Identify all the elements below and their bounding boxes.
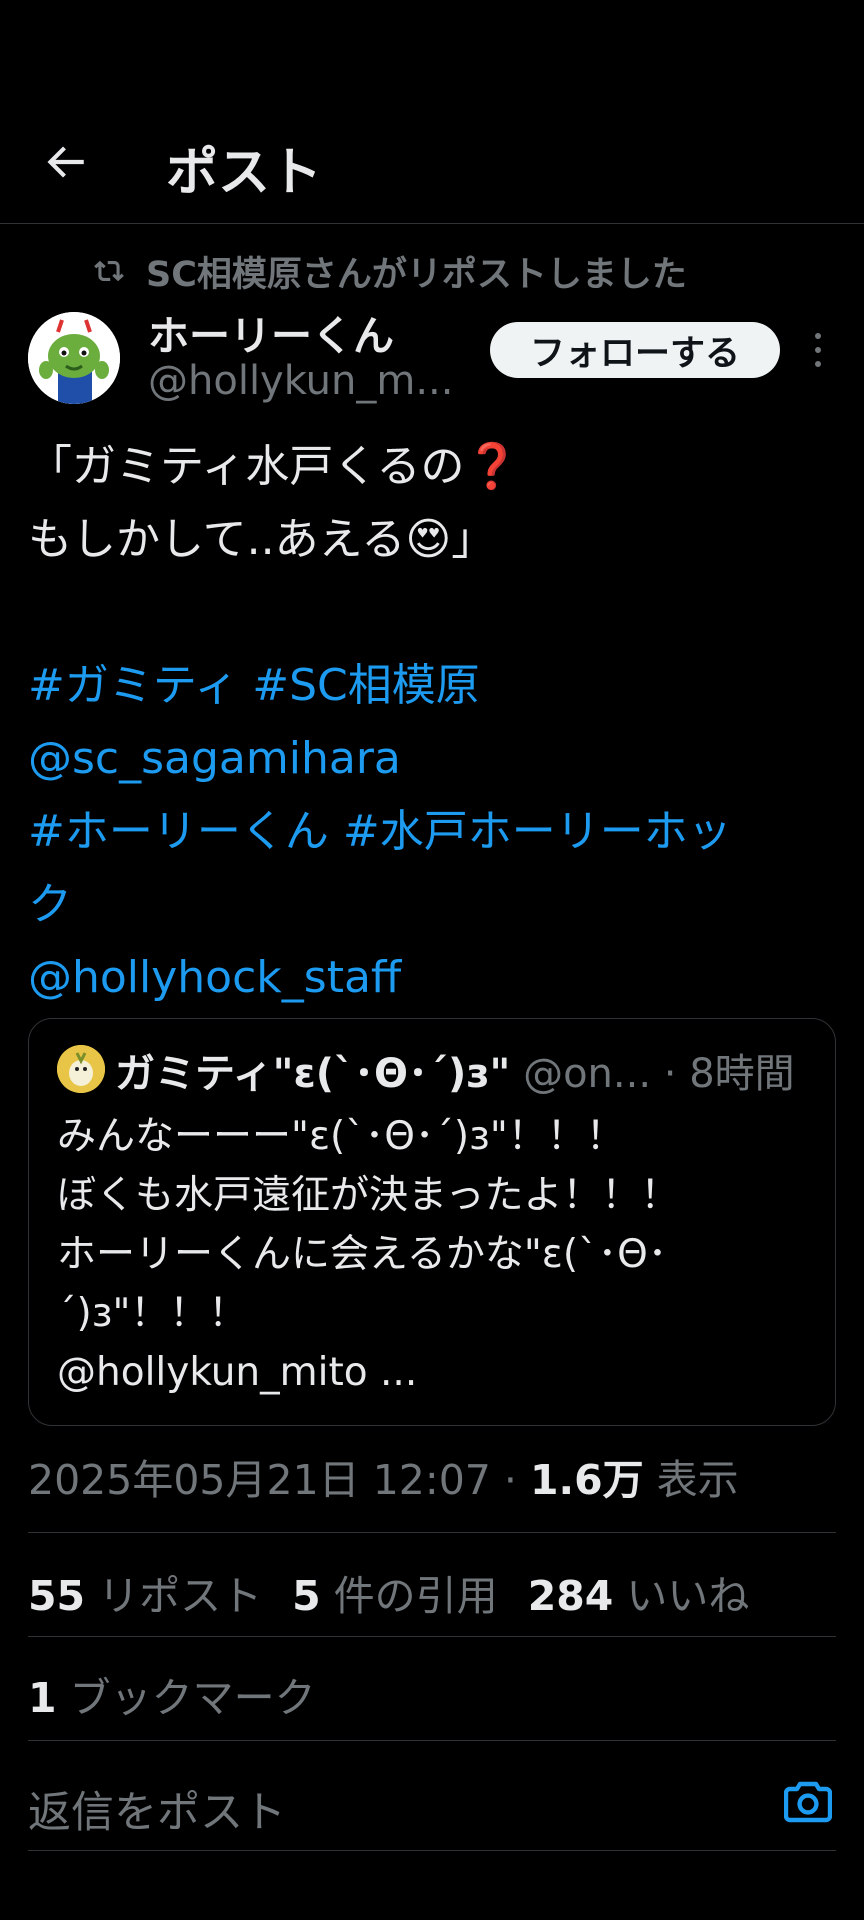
likes-stat[interactable]: 284 いいね: [528, 1562, 750, 1622]
hashtag-link[interactable]: #水戸ホーリーホッ: [343, 806, 732, 857]
divider: [28, 1740, 836, 1741]
engagement-stats: 55 リポスト 5 件の引用 284 いいね: [28, 1562, 779, 1622]
timestamp-text: 2025年05月21日 12:07 ·: [28, 1456, 530, 1504]
hashtag-link[interactable]: #ホーリーくん: [28, 806, 329, 857]
quoted-text: みんなーーー"ε(`･Θ･´)з"！！！ ぼくも水戸遠征が決まったよ！！！ ホー…: [57, 1107, 817, 1402]
hashtag-line: ク: [28, 868, 848, 941]
mention-link[interactable]: @hollyhock_staff: [28, 952, 401, 1003]
more-icon[interactable]: [808, 330, 828, 370]
hashtag-link[interactable]: #SC相模原: [252, 660, 480, 711]
bookmarks-stat[interactable]: 1 ブックマーク: [28, 1664, 316, 1724]
post-text: 「ガミティ水戸くるの❓ もしかして..あえる😍」 #ガミティ #SC相模原 @s…: [28, 430, 848, 1014]
author-handle[interactable]: @hollykun_m...: [148, 358, 453, 404]
post-timestamp: 2025年05月21日 12:07 · 1.6万 表示: [28, 1446, 739, 1506]
author-avatar[interactable]: [28, 312, 120, 404]
reposts-stat[interactable]: 55 リポスト: [28, 1562, 262, 1622]
quoted-header: ガミティ"ε(`･Θ･´)з" @on... · 8時間: [115, 1041, 795, 1099]
repost-icon: [94, 260, 124, 282]
quoted-line: @hollykun_mito ...: [57, 1350, 418, 1395]
back-arrow-icon[interactable]: [40, 137, 90, 187]
top-bar: ポスト: [0, 100, 864, 224]
mention-line: @sc_sagamihara: [28, 722, 848, 795]
hashtag-line: #ホーリーくん #水戸ホーリーホッ: [28, 795, 848, 868]
quoted-line: みんなーーー"ε(`･Θ･´)з"！！！: [57, 1114, 625, 1159]
reposts-count: 55: [28, 1572, 86, 1620]
likes-label: いいね: [613, 1572, 750, 1620]
divider: [28, 1636, 836, 1637]
quoted-author-handle: @on...: [523, 1051, 652, 1097]
quotes-label: 件の引用: [320, 1572, 498, 1620]
hashtag-link[interactable]: #ガミティ: [28, 660, 238, 711]
quoted-author-avatar: [57, 1045, 105, 1093]
reposts-label: リポスト: [85, 1572, 263, 1620]
quoted-author-name: ガミティ"ε(`･Θ･´)з": [115, 1051, 511, 1097]
follow-button[interactable]: フォローする: [490, 322, 780, 378]
quotes-stat[interactable]: 5 件の引用: [292, 1562, 498, 1622]
post-line: 「ガミティ水戸くるの❓: [28, 441, 520, 492]
repost-note: SC相模原さんがリポストしました: [146, 254, 687, 295]
bookmarks-count: 1: [28, 1674, 57, 1722]
avatar-image: [28, 312, 120, 404]
quoted-post[interactable]: ガミティ"ε(`･Θ･´)з" @on... · 8時間 みんなーーー"ε(`･…: [28, 1018, 836, 1426]
quoted-avatar-image: [57, 1045, 105, 1093]
hashtag-link-continued[interactable]: ク: [28, 879, 72, 930]
bookmarks-label: ブックマーク: [56, 1674, 316, 1722]
post-line: もしかして..あえる😍」: [28, 514, 496, 565]
author-name[interactable]: ホーリーくん: [148, 302, 394, 362]
quoted-line: ´)з"！！！: [57, 1291, 248, 1336]
likes-count: 284: [527, 1572, 614, 1620]
camera-icon[interactable]: [784, 1780, 832, 1824]
hashtag-line: #ガミティ #SC相模原: [28, 649, 848, 722]
reply-underline: [28, 1850, 836, 1851]
reply-input[interactable]: 返信をポスト: [28, 1778, 286, 1840]
quoted-line: ぼくも水戸遠征が決まったよ！！！: [57, 1173, 680, 1218]
quoted-time: · 8時間: [651, 1051, 795, 1097]
mention-link[interactable]: @sc_sagamihara: [28, 733, 401, 784]
page-title: ポスト: [166, 143, 323, 203]
mention-line: @hollyhock_staff: [28, 941, 848, 1014]
views-label: 表示: [643, 1456, 739, 1504]
quoted-line: ホーリーくんに会えるかな"ε(`･Θ･: [57, 1232, 668, 1277]
quotes-count: 5: [292, 1572, 321, 1620]
views-count: 1.6万: [529, 1456, 644, 1504]
divider: [28, 1532, 836, 1533]
repost-indicator[interactable]: SC相模原さんがリポストしました: [94, 248, 687, 295]
